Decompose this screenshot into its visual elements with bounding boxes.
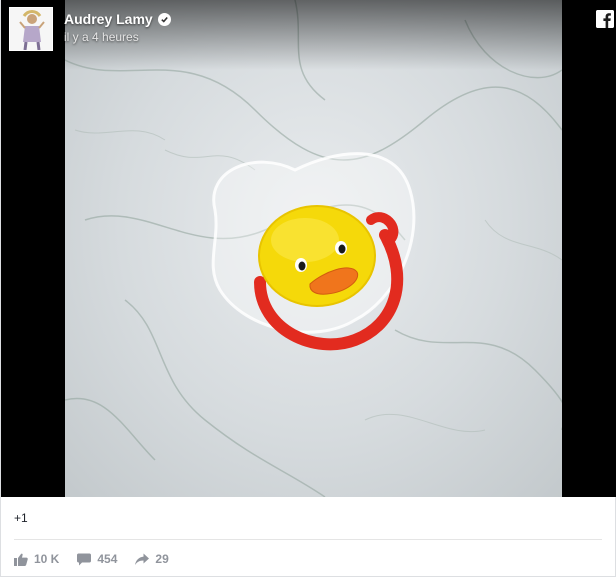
comment-count: 454: [97, 552, 118, 566]
pacifier-photo-illustration: [65, 0, 562, 497]
post-caption: +1: [14, 511, 28, 525]
author-avatar[interactable]: [9, 7, 53, 51]
share-stat[interactable]: 29: [135, 552, 169, 566]
author-row: Audrey Lamy: [64, 11, 171, 27]
thumbs-up-icon: [14, 553, 28, 566]
share-count: 29: [155, 552, 169, 566]
photo-marble-pacifier: [65, 0, 562, 497]
divider: [14, 539, 602, 540]
author-name[interactable]: Audrey Lamy: [64, 11, 153, 27]
comment-bubble-icon: [77, 553, 92, 565]
avatar-portrait-icon: [10, 8, 52, 50]
comment-stat[interactable]: 454: [77, 552, 117, 566]
facebook-logo-icon[interactable]: [596, 10, 614, 28]
embedded-facebook-post: Audrey Lamy il y a 4 heures +1 10 K 454 …: [0, 0, 616, 577]
verified-badge-icon: [157, 12, 171, 26]
engagement-stats: 10 K 454 29: [14, 552, 169, 566]
like-count: 10 K: [34, 552, 60, 566]
post-photo[interactable]: Audrey Lamy il y a 4 heures: [1, 0, 616, 497]
post-timestamp[interactable]: il y a 4 heures: [64, 30, 139, 44]
like-stat[interactable]: 10 K: [14, 552, 59, 566]
share-arrow-icon: [135, 553, 150, 565]
